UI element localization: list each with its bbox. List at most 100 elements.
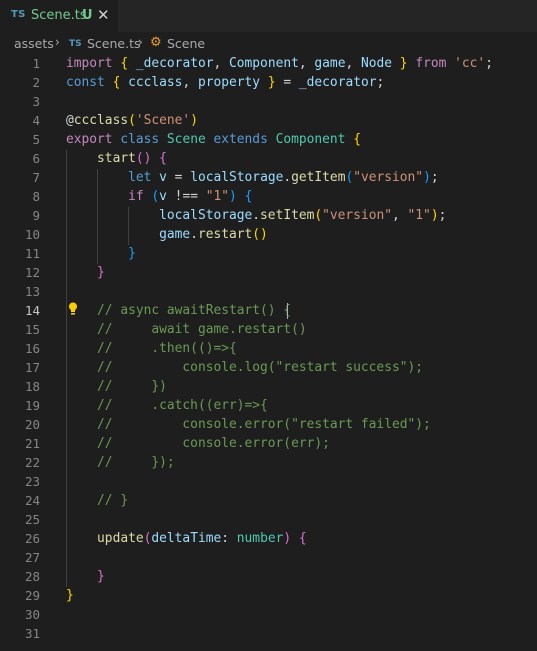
line-number: 13: [24, 284, 40, 299]
line-number: 27: [24, 550, 40, 565]
line-number: 19: [24, 398, 40, 413]
breadcrumb-file[interactable]: Scene.ts: [87, 36, 141, 51]
code-line[interactable]: 1 import { _decorator, Component, game, N…: [0, 55, 537, 74]
code-text: }: [66, 588, 74, 603]
lightbulb-icon[interactable]: [68, 302, 78, 316]
code-line[interactable]: 19 // .catch((err)=>{: [0, 397, 537, 416]
code-line[interactable]: 28 }: [0, 568, 537, 587]
code-line[interactable]: 15 // await game.restart(): [0, 321, 537, 340]
code-text: export class Scene extends Component {: [66, 132, 361, 147]
line-number: 10: [24, 227, 40, 242]
chevron-right-icon: ›: [138, 35, 143, 49]
code-line[interactable]: 18 // }): [0, 378, 537, 397]
code-line[interactable]: 12 }: [0, 264, 537, 283]
code-line[interactable]: 23: [0, 473, 537, 492]
code-text: // }: [97, 493, 129, 508]
line-number: 18: [24, 379, 40, 394]
line-number: 8: [32, 189, 40, 204]
code-line[interactable]: 2 const { ccclass, property } = _decorato…: [0, 74, 537, 93]
code-line[interactable]: 10 game.restart(): [0, 226, 537, 245]
code-line[interactable]: 5 export class Scene extends Component {: [0, 131, 537, 150]
code-line[interactable]: 3: [0, 93, 537, 112]
code-text: update(deltaTime: number) {: [97, 531, 307, 546]
code-line[interactable]: 22 // });: [0, 454, 537, 473]
code-line[interactable]: 9 localStorage.setItem("version", "1");: [0, 207, 537, 226]
code-line[interactable]: 14 // async awaitRestart() {: [0, 302, 537, 321]
line-number: 2: [32, 75, 40, 90]
code-line[interactable]: 20 // console.error("restart failed");: [0, 416, 537, 435]
line-number: 25: [24, 512, 40, 527]
code-line[interactable]: 8 if (v !== "1") {: [0, 188, 537, 207]
code-line[interactable]: 11 }: [0, 245, 537, 264]
code-text: // console.log("restart success");: [97, 360, 424, 375]
chevron-right-icon: ›: [55, 35, 60, 49]
code-text: // .then(()=>{: [97, 341, 237, 356]
line-number: 26: [24, 531, 40, 546]
line-number: 4: [32, 113, 40, 128]
code-line[interactable]: 7 let v = localStorage.getItem("version"…: [0, 169, 537, 188]
code-line[interactable]: 26 update(deltaTime: number) {: [0, 530, 537, 549]
line-number: 28: [24, 569, 40, 584]
line-number: 9: [32, 208, 40, 223]
line-number: 1: [32, 56, 40, 71]
code-text: }: [97, 569, 105, 584]
code-text: }: [128, 246, 136, 261]
breadcrumb-folder[interactable]: assets: [14, 36, 54, 51]
code-line[interactable]: 24 // }: [0, 492, 537, 511]
code-text: // });: [97, 455, 175, 470]
line-number: 16: [24, 341, 40, 356]
untracked-badge: U: [82, 8, 93, 23]
code-text: let v = localStorage.getItem("version");: [128, 170, 439, 185]
code-line[interactable]: 6 start() {: [0, 150, 537, 169]
line-number: 23: [24, 474, 40, 489]
text-cursor: [287, 303, 288, 319]
code-line[interactable]: 17 // console.log("restart success");: [0, 359, 537, 378]
line-number: 22: [24, 455, 40, 470]
code-line[interactable]: 13: [0, 283, 537, 302]
code-text: // }): [97, 379, 167, 394]
code-line[interactable]: 4 @ccclass('Scene'): [0, 112, 537, 131]
code-text: const { ccclass, property } = _decorator…: [66, 75, 385, 90]
code-text: @ccclass('Scene'): [66, 113, 198, 128]
line-number: 5: [32, 132, 40, 147]
code-line[interactable]: 29}: [0, 587, 537, 606]
line-number: 6: [32, 151, 40, 166]
typescript-icon: TS: [11, 9, 26, 20]
line-number: 17: [24, 360, 40, 375]
line-number: 31: [24, 626, 40, 641]
code-line[interactable]: 30: [0, 606, 537, 625]
tab-bar: TS Scene.ts U ✕: [0, 0, 537, 32]
code-editor[interactable]: 31 30 29} 28 } 27 26 update(deltaTime: number…: [0, 54, 537, 651]
line-number: 20: [24, 417, 40, 432]
line-number: 11: [24, 246, 40, 261]
code-text: }: [97, 265, 105, 280]
line-number: 24: [24, 493, 40, 508]
tab-scene-ts[interactable]: TS Scene.ts U ✕: [0, 0, 118, 32]
close-icon[interactable]: ✕: [97, 6, 110, 24]
indent-guide: [66, 150, 67, 587]
tab-title: Scene.ts: [31, 8, 87, 23]
line-number: 15: [24, 322, 40, 337]
code-line[interactable]: 25: [0, 511, 537, 530]
line-number: 7: [32, 170, 40, 185]
line-number: 21: [24, 436, 40, 451]
code-text: // await game.restart(): [97, 322, 307, 337]
code-line[interactable]: 31: [0, 625, 537, 644]
breadcrumb-symbol[interactable]: Scene: [167, 36, 205, 51]
code-text: // .catch((err)=>{: [97, 398, 268, 413]
line-number: 12: [24, 265, 40, 280]
code-text: start() {: [97, 151, 167, 166]
code-text: if (v !== "1") {: [128, 189, 253, 204]
line-number: 3: [32, 94, 40, 109]
code-text: // async awaitRestart() {: [97, 303, 292, 318]
code-text: localStorage.setItem("version", "1");: [159, 208, 447, 223]
code-line[interactable]: 27: [0, 549, 537, 568]
line-number: 30: [24, 607, 40, 622]
indent-guide: [97, 169, 99, 264]
class-symbol-icon: ⚙: [150, 35, 162, 50]
code-line[interactable]: 16 // .then(()=>{: [0, 340, 537, 359]
line-number: 29: [24, 588, 40, 603]
line-number: 14: [24, 303, 40, 318]
code-text: // console.error(err);: [97, 436, 330, 451]
code-line[interactable]: 21 // console.error(err);: [0, 435, 537, 454]
